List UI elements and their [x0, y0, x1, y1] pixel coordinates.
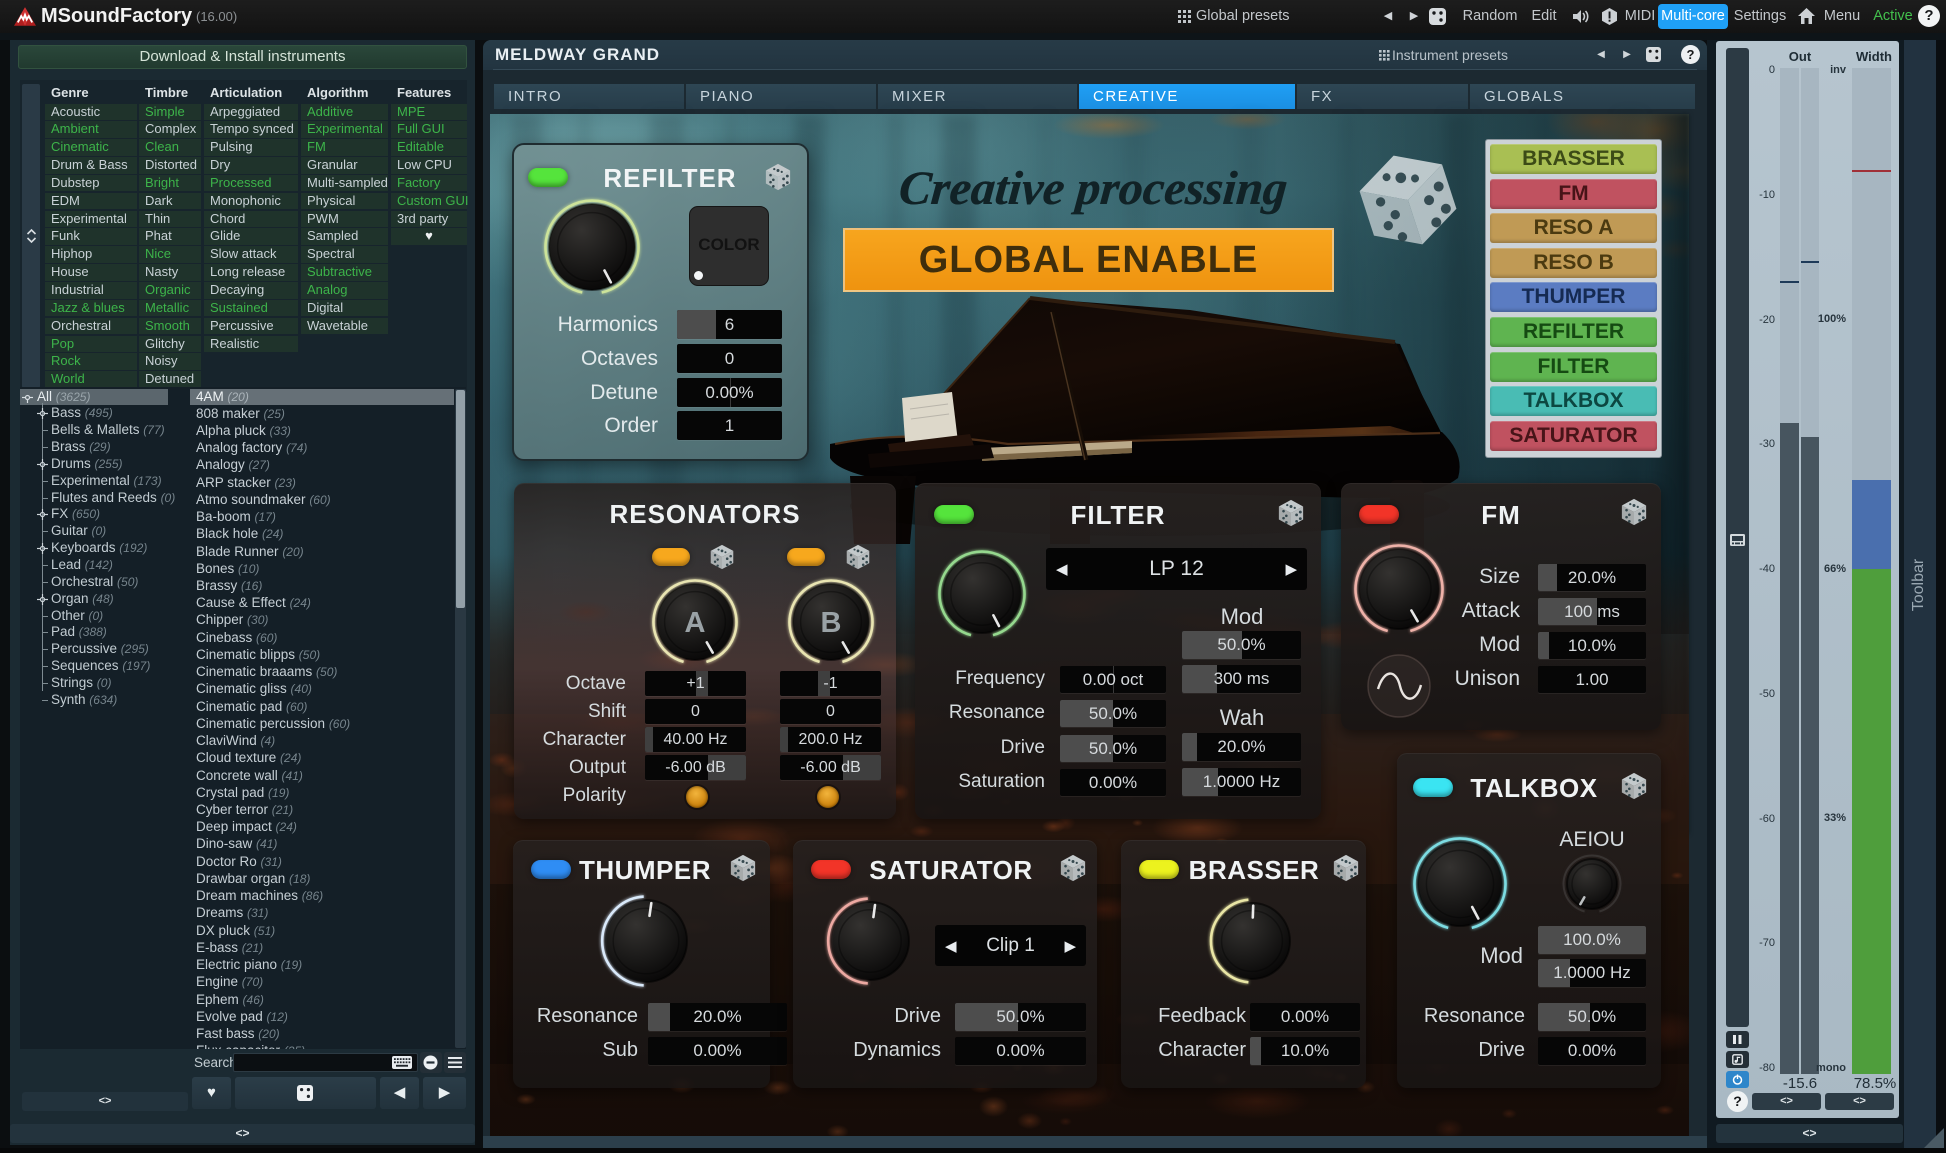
svg-text:B: B [821, 607, 842, 639]
svg-text:A: A [685, 607, 706, 639]
